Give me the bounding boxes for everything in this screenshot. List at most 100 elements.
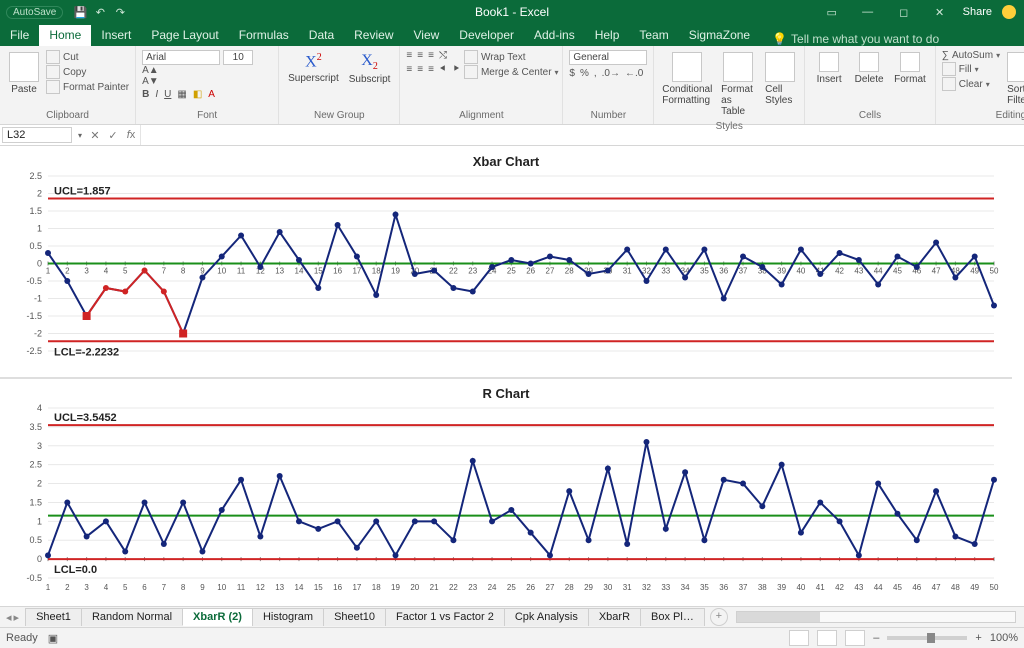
menu-home[interactable]: Home (39, 25, 91, 46)
autosum-button[interactable]: ∑ AutoSum ▾ (942, 50, 1000, 61)
font-color-button[interactable]: A (208, 89, 215, 100)
currency-icon[interactable]: $ (569, 68, 575, 79)
tab-next-icon[interactable]: ▸ (14, 611, 20, 624)
cut-button[interactable]: Cut (46, 50, 129, 64)
redo-icon[interactable]: ↷ (113, 5, 127, 19)
svg-text:33: 33 (661, 267, 670, 276)
sheet-tab[interactable]: Cpk Analysis (504, 608, 589, 626)
svg-text:21: 21 (430, 583, 439, 592)
menu-help[interactable]: Help (585, 25, 630, 46)
sheet-tab[interactable]: Histogram (252, 608, 324, 626)
ribbon-options-icon[interactable]: ▭ (819, 6, 845, 19)
delete-cells-button[interactable]: Delete (851, 50, 887, 87)
underline-button[interactable]: U (164, 89, 171, 100)
copy-button[interactable]: Copy (46, 65, 129, 79)
zoom-out-button[interactable]: – (873, 632, 879, 644)
menu-add-ins[interactable]: Add-ins (524, 25, 585, 46)
align-bot-icon[interactable]: ≡ (428, 50, 434, 61)
formula-input[interactable] (140, 125, 1024, 145)
indent-inc-icon[interactable]: ⯈ (452, 64, 460, 75)
sheet-tab[interactable]: Random Normal (81, 608, 183, 626)
clear-button[interactable]: Clear ▾ (942, 77, 1000, 91)
menu-team[interactable]: Team (629, 25, 678, 46)
fill-color-button[interactable]: ◧ (193, 89, 202, 100)
sheet-tab[interactable]: XbarR (2) (182, 608, 253, 626)
horizontal-scrollbar[interactable] (736, 611, 1016, 623)
fill-button[interactable]: Fill ▾ (942, 62, 1000, 76)
zoom-slider[interactable] (887, 636, 967, 640)
conditional-formatting-button[interactable]: Conditional Formatting (660, 50, 714, 108)
orientation-icon[interactable]: ⤭ (439, 50, 447, 61)
name-box[interactable]: L32 (2, 127, 72, 143)
sheet-tab[interactable]: XbarR (588, 608, 641, 626)
new-sheet-button[interactable]: + (710, 608, 728, 626)
format-cells-button[interactable]: Format (891, 50, 929, 87)
worksheet-area[interactable]: Xbar Chart-2.5-2-1.5-1-0.500.511.522.512… (0, 146, 1024, 606)
align-mid-icon[interactable]: ≡ (417, 50, 423, 61)
menu-insert[interactable]: Insert (91, 25, 141, 46)
menu-file[interactable]: File (0, 25, 39, 46)
align-top-icon[interactable]: ≡ (406, 50, 412, 61)
indent-dec-icon[interactable]: ⯇ (439, 64, 447, 75)
menu-developer[interactable]: Developer (449, 25, 524, 46)
bold-button[interactable]: B (142, 89, 149, 100)
shrink-font-icon[interactable]: A▼ (142, 76, 253, 87)
sort-filter-button[interactable]: Sort & Filter (1004, 50, 1024, 108)
svg-text:23: 23 (468, 267, 477, 276)
tell-me-search[interactable]: 💡Tell me what you want to do (772, 32, 939, 46)
format-as-table-button[interactable]: Format as Table (718, 50, 758, 119)
menu-view[interactable]: View (404, 25, 450, 46)
svg-text:0: 0 (37, 554, 42, 564)
close-icon[interactable]: ✕ (927, 6, 953, 19)
feedback-icon[interactable] (1002, 5, 1016, 19)
page-break-view-button[interactable] (845, 630, 865, 646)
zoom-level[interactable]: 100% (990, 632, 1018, 644)
normal-view-button[interactable] (789, 630, 809, 646)
save-icon[interactable]: 💾 (73, 5, 87, 19)
merge-center-button[interactable]: Merge & Center ▾ (464, 65, 559, 79)
comma-icon[interactable]: , (594, 68, 597, 79)
sheet-tab[interactable]: Factor 1 vs Factor 2 (385, 608, 505, 626)
menu-data[interactable]: Data (299, 25, 344, 46)
number-format-select[interactable]: General (569, 50, 647, 65)
name-box-caret[interactable]: ▾ (74, 131, 86, 140)
macro-record-icon[interactable]: ▣ (48, 632, 58, 645)
italic-button[interactable]: I (155, 89, 158, 100)
minimize-icon[interactable]: — (855, 6, 881, 18)
cell-styles-button[interactable]: Cell Styles (762, 50, 798, 108)
sheet-tab[interactable]: Sheet10 (323, 608, 386, 626)
border-button[interactable]: ▦ (177, 89, 186, 100)
subscript-button[interactable]: X2Subscript (346, 50, 394, 87)
superscript-button[interactable]: X2Superscript (285, 50, 342, 86)
align-right-icon[interactable]: ≡ (428, 64, 434, 75)
sheet-tab[interactable]: Box Pl… (640, 608, 705, 626)
dec-decimal-icon[interactable]: ←.0 (625, 68, 643, 79)
menu-formulas[interactable]: Formulas (229, 25, 299, 46)
formula-bar: L32 ▾ ✕ ✓ fx (0, 125, 1024, 146)
insert-cells-button[interactable]: Insert (811, 50, 847, 87)
tab-first-icon[interactable]: ◂ (6, 611, 12, 624)
autosave-toggle[interactable]: AutoSave (6, 6, 63, 19)
maximize-icon[interactable]: ◻ (891, 6, 917, 19)
sheet-tab[interactable]: Sheet1 (25, 608, 82, 626)
page-layout-view-button[interactable] (817, 630, 837, 646)
percent-icon[interactable]: % (580, 68, 589, 79)
enter-icon[interactable]: ✓ (104, 129, 122, 142)
fx-icon[interactable]: fx (122, 129, 140, 141)
zoom-in-button[interactable]: + (975, 632, 981, 644)
cancel-icon[interactable]: ✕ (86, 129, 104, 142)
font-size-select[interactable]: 10 (223, 50, 253, 65)
align-center-icon[interactable]: ≡ (417, 64, 423, 75)
menu-review[interactable]: Review (344, 25, 403, 46)
wrap-text-button[interactable]: Wrap Text (464, 50, 559, 64)
format-painter-button[interactable]: Format Painter (46, 80, 129, 94)
undo-icon[interactable]: ↶ (93, 5, 107, 19)
inc-decimal-icon[interactable]: .0→ (602, 68, 620, 79)
font-name-select[interactable]: Arial (142, 50, 220, 65)
share-button[interactable]: Share (963, 6, 992, 18)
menu-page-layout[interactable]: Page Layout (141, 25, 228, 46)
menu-sigmazone[interactable]: SigmaZone (679, 25, 760, 46)
grow-font-icon[interactable]: A▲ (142, 65, 253, 76)
align-left-icon[interactable]: ≡ (406, 64, 412, 75)
paste-button[interactable]: Paste (6, 50, 42, 97)
